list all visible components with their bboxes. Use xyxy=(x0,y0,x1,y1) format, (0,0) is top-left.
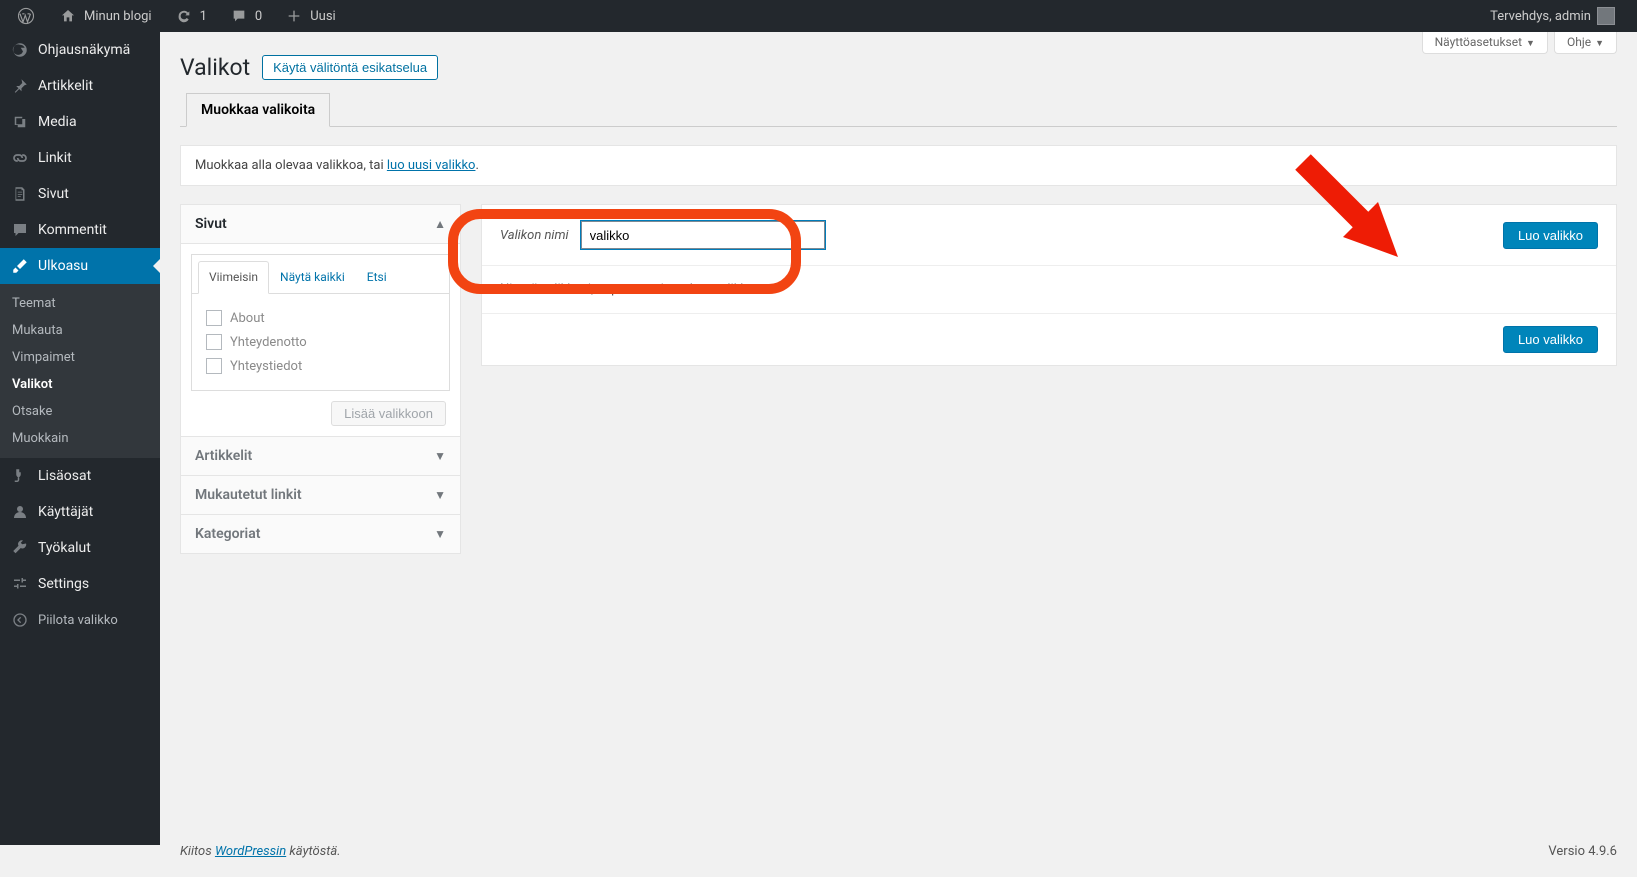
admin-bar: Minun blogi 1 0 Uusi Tervehdys, admin xyxy=(0,0,1637,32)
comments-link[interactable]: 0 xyxy=(221,0,270,32)
screen-options-toggle[interactable]: Näyttöasetukset▼ xyxy=(1422,32,1548,54)
accordion-posts: Artikkelit ▼ xyxy=(180,436,461,476)
manage-menus-notice: Muokkaa alla olevaa valikkoa, tai luo uu… xyxy=(180,145,1617,186)
create-menu-button-bottom[interactable]: Luo valikko xyxy=(1503,326,1598,353)
collapse-icon xyxy=(10,610,30,630)
menu-name-input[interactable] xyxy=(581,221,825,249)
menu-plugins[interactable]: Lisäosat xyxy=(0,458,160,494)
live-preview-button[interactable]: Käytä välitöntä esikatselua xyxy=(262,55,438,80)
menu-name-label: Valikon nimi xyxy=(500,228,569,243)
sliders-icon xyxy=(10,574,30,594)
menu-appearance[interactable]: Ulkoasu xyxy=(0,248,160,284)
submenu-editor[interactable]: Muokkain xyxy=(0,425,160,452)
chevron-up-icon: ▲ xyxy=(434,217,446,231)
appearance-submenu: Teemat Mukauta Vimpaimet Valikot Otsake … xyxy=(0,284,160,458)
accordion-custom-links: Mukautetut linkit ▼ xyxy=(180,475,461,515)
updates-count: 1 xyxy=(200,9,207,24)
brush-icon xyxy=(10,256,30,276)
accordion-categories-toggle[interactable]: Kategoriat ▼ xyxy=(181,515,460,553)
submenu-menus[interactable]: Valikot xyxy=(0,371,160,398)
page-checkbox[interactable] xyxy=(206,310,222,326)
create-new-menu-link[interactable]: luo uusi valikko xyxy=(387,158,476,173)
menu-users[interactable]: Käyttäjät xyxy=(0,494,160,530)
refresh-icon xyxy=(174,6,194,26)
avatar xyxy=(1597,7,1615,25)
media-icon xyxy=(10,112,30,132)
comments-count: 0 xyxy=(255,9,262,24)
chevron-down-icon: ▼ xyxy=(434,527,446,541)
page-item[interactable]: Yhteystiedot xyxy=(206,354,435,378)
site-name-link[interactable]: Minun blogi xyxy=(50,0,160,32)
page-item[interactable]: Yhteydenotto xyxy=(206,330,435,354)
menu-tools[interactable]: Työkalut xyxy=(0,530,160,566)
new-label: Uusi xyxy=(310,9,335,24)
screen-meta-links: Näyttöasetukset▼ Ohje▼ xyxy=(1422,32,1617,54)
site-name: Minun blogi xyxy=(84,9,152,24)
submenu-customize[interactable]: Mukauta xyxy=(0,317,160,344)
collapse-menu[interactable]: Piilota valikko xyxy=(0,602,160,638)
page-checkbox[interactable] xyxy=(206,334,222,350)
home-icon xyxy=(58,6,78,26)
menu-links[interactable]: Linkit xyxy=(0,140,160,176)
submenu-themes[interactable]: Teemat xyxy=(0,290,160,317)
page-checkbox[interactable] xyxy=(206,358,222,374)
link-icon xyxy=(10,148,30,168)
submenu-widgets[interactable]: Vimpaimet xyxy=(0,344,160,371)
accordion-pages-toggle[interactable]: Sivut ▲ xyxy=(181,205,460,244)
menu-instructions: Nimeä valikkosi, napsauta sitten Luo val… xyxy=(482,266,1616,313)
user-icon xyxy=(10,502,30,522)
menu-pages[interactable]: Sivut xyxy=(0,176,160,212)
pages-tab-all[interactable]: Näytä kaikki xyxy=(269,261,356,293)
comment-icon xyxy=(229,6,249,26)
menu-dashboard[interactable]: Ohjausnäkymä xyxy=(0,32,160,68)
chevron-down-icon: ▼ xyxy=(1526,39,1535,49)
menu-editor: Valikon nimi Luo valikko Nimeä valikkosi… xyxy=(481,204,1617,366)
wp-logo-menu[interactable] xyxy=(8,0,44,32)
menu-settings-column: Sivut ▲ Viimeisin Näytä kaikki Etsi Abo xyxy=(180,204,461,554)
pin-icon xyxy=(10,76,30,96)
accordion-categories: Kategoriat ▼ xyxy=(180,514,461,554)
plus-icon xyxy=(284,6,304,26)
user-greeting: Tervehdys, admin xyxy=(1490,9,1591,24)
menu-comments[interactable]: Kommentit xyxy=(0,212,160,248)
chevron-down-icon: ▼ xyxy=(434,449,446,463)
nav-tabs: Muokkaa valikoita xyxy=(180,93,1617,127)
page-item[interactable]: About xyxy=(206,306,435,330)
wordpress-link[interactable]: WordPressin xyxy=(215,844,286,859)
menu-posts[interactable]: Artikkelit xyxy=(0,68,160,104)
pages-tab-recent[interactable]: Viimeisin xyxy=(198,261,269,294)
pages-tab-search[interactable]: Etsi xyxy=(356,261,398,293)
add-to-menu-button: Lisää valikkoon xyxy=(331,401,446,426)
plugin-icon xyxy=(10,466,30,486)
page-title: Valikot xyxy=(180,54,250,81)
version-text: Versio 4.9.6 xyxy=(1548,844,1617,859)
new-content-link[interactable]: Uusi xyxy=(276,0,343,32)
accordion-custom-links-toggle[interactable]: Mukautetut linkit ▼ xyxy=(181,476,460,514)
page-icon xyxy=(10,184,30,204)
menu-media[interactable]: Media xyxy=(0,104,160,140)
create-menu-button-top[interactable]: Luo valikko xyxy=(1503,222,1598,249)
accordion-posts-toggle[interactable]: Artikkelit ▼ xyxy=(181,437,460,475)
comment-icon xyxy=(10,220,30,240)
tab-edit-menus[interactable]: Muokkaa valikoita xyxy=(186,93,330,127)
chevron-down-icon: ▼ xyxy=(1595,39,1604,49)
wordpress-icon xyxy=(16,6,36,26)
admin-sidebar: Ohjausnäkymä Artikkelit Media Linkit Siv… xyxy=(0,32,160,845)
updates-link[interactable]: 1 xyxy=(166,0,215,32)
help-toggle[interactable]: Ohje▼ xyxy=(1554,32,1617,54)
submenu-header[interactable]: Otsake xyxy=(0,398,160,425)
user-account-link[interactable]: Tervehdys, admin xyxy=(1482,0,1623,32)
wrench-icon xyxy=(10,538,30,558)
content-area: Näyttöasetukset▼ Ohje▼ Valikot Käytä väl… xyxy=(160,32,1637,845)
accordion-pages: Sivut ▲ Viimeisin Näytä kaikki Etsi Abo xyxy=(180,204,461,437)
admin-footer: Kiitos WordPressin käytöstä. Versio 4.9.… xyxy=(160,826,1637,877)
menu-settings[interactable]: Settings xyxy=(0,566,160,602)
chevron-down-icon: ▼ xyxy=(434,488,446,502)
dashboard-icon xyxy=(10,40,30,60)
